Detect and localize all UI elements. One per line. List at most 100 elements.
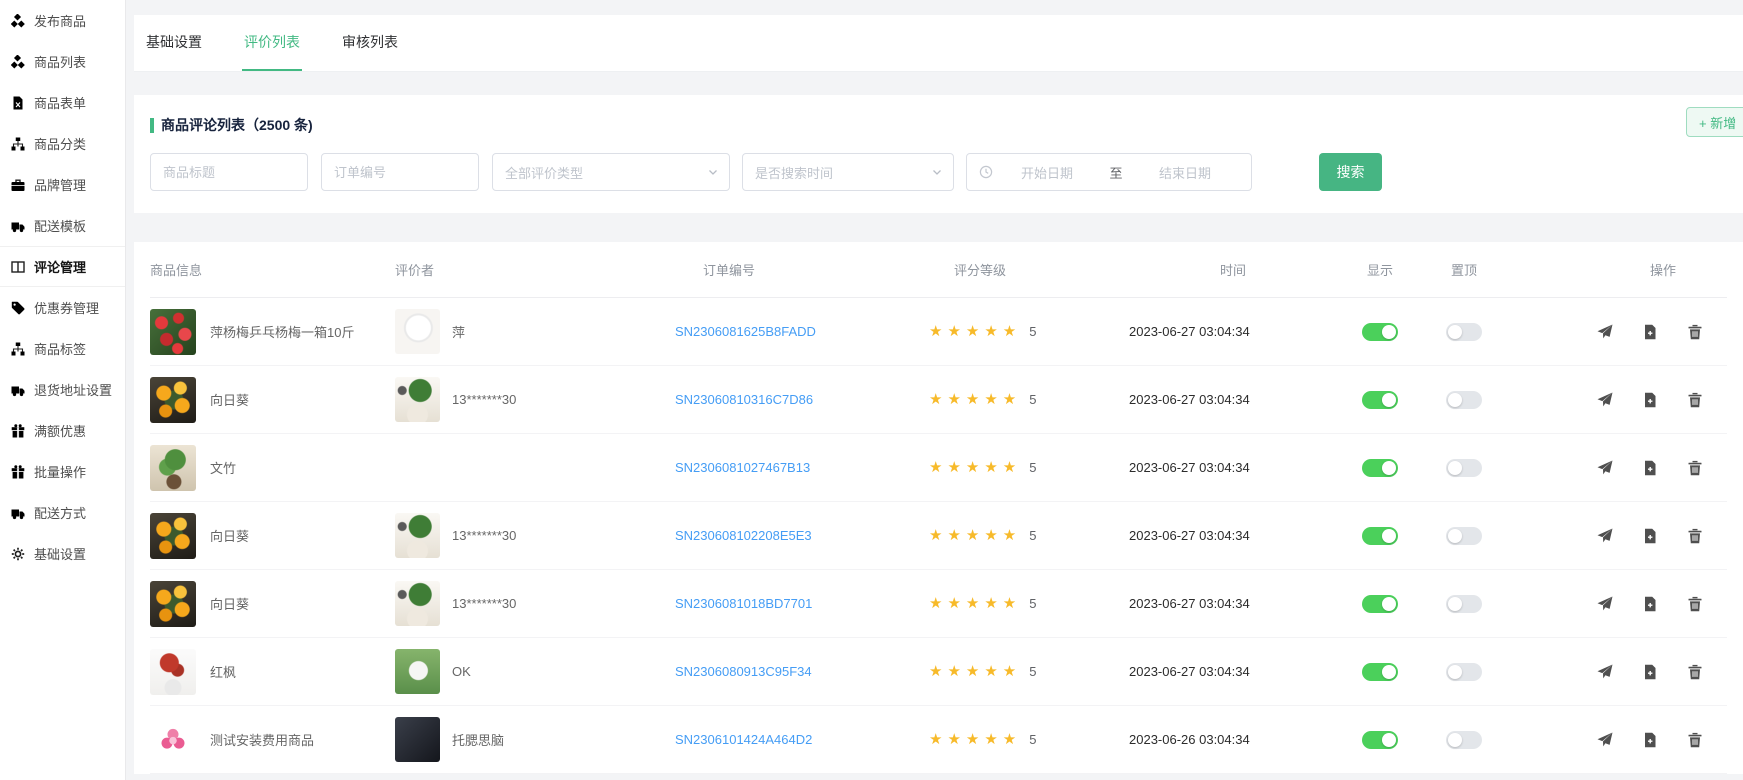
show-toggle[interactable] [1362,663,1398,681]
page-title: 商品评论列表（2500 条) [161,117,313,133]
reviewer-avatar [395,309,440,354]
sidebar-item-评论管理[interactable]: 评论管理 [0,246,125,287]
sidebar-item-label: 批量操作 [34,462,86,481]
pin-toggle[interactable] [1446,391,1482,409]
tabs-bar: 基础设置 评价列表 审核列表 [134,15,1743,72]
column-header: 时间 [1129,260,1337,279]
gear-icon [11,547,25,561]
product-title: 红枫 [210,662,236,681]
sidebar-item-商品标签[interactable]: 商品标签 [0,328,125,369]
reviewer-avatar [395,649,440,694]
sidebar-item-label: 商品标签 [34,339,86,358]
show-toggle[interactable] [1362,731,1398,749]
pin-toggle[interactable] [1446,595,1482,613]
reply-icon[interactable] [1597,596,1613,612]
sidebar-item-label: 品牌管理 [34,175,86,194]
tab-评价列表[interactable]: 评价列表 [242,15,302,71]
delete-icon[interactable] [1687,460,1703,476]
order-number-link[interactable]: SN2306081027467B13 [675,460,810,475]
pin-toggle[interactable] [1446,527,1482,545]
order-number-link[interactable]: SN23060810316C7D86 [675,392,813,407]
product-title: 向日葵 [210,390,249,409]
sidebar-item-商品分类[interactable]: 商品分类 [0,123,125,164]
reviewer-name: 13*******30 [452,392,516,407]
reply-icon[interactable] [1597,324,1613,340]
sidebar: 发布商品 商品列表 商品表单 商品分类 品牌管理 配送模板 评论管理 优惠券管理… [0,0,126,780]
sidebar-item-label: 配送模板 [34,216,86,235]
rating-value: 5 [1029,460,1036,475]
chevron-down-icon [707,166,719,178]
date-range-picker[interactable]: 开始日期 至 结束日期 [966,153,1252,191]
table-body: 萍杨梅乒乓杨梅一箱10斤 萍 SN2306081625B8FADD ★★★★★ … [150,298,1727,774]
file-icon [11,96,25,110]
reviewer-name: 13*******30 [452,528,516,543]
rating-stars: ★★★★★ [929,528,1021,543]
sidebar-item-label: 退货地址设置 [34,380,112,399]
add-note-icon[interactable] [1642,528,1658,544]
search-button[interactable]: 搜索 [1319,153,1382,191]
order-number-link[interactable]: SN2306081018BD7701 [675,596,812,611]
add-note-icon[interactable] [1642,596,1658,612]
review-type-select[interactable]: 全部评价类型 [492,153,730,191]
table-row: 红枫 OK SN2306080913C95F34 ★★★★★ 5 2023-06… [150,638,1727,706]
order-no-input[interactable] [321,153,479,191]
rating-value: 5 [1029,392,1036,407]
tab-审核列表[interactable]: 审核列表 [340,15,400,71]
add-note-icon[interactable] [1642,324,1658,340]
reply-icon[interactable] [1597,664,1613,680]
tab-基础设置[interactable]: 基础设置 [144,15,204,71]
sidebar-item-满额优惠[interactable]: 满额优惠 [0,410,125,451]
add-note-icon[interactable] [1642,392,1658,408]
filter-bar: 全部评价类型 是否搜索时间 开始日期 至 结束日期 搜索 [150,153,1727,191]
reviewer-avatar [395,513,440,558]
date-end-placeholder[interactable]: 结束日期 [1131,163,1239,182]
order-number-link[interactable]: SN2306080913C95F34 [675,664,812,679]
sidebar-item-退货地址设置[interactable]: 退货地址设置 [0,369,125,410]
delete-icon[interactable] [1687,528,1703,544]
add-note-icon[interactable] [1642,664,1658,680]
add-button[interactable]: + 新增 [1686,107,1743,137]
delete-icon[interactable] [1687,664,1703,680]
order-number-link[interactable]: SN2306081625B8FADD [675,324,816,339]
reply-icon[interactable] [1597,528,1613,544]
show-toggle[interactable] [1362,527,1398,545]
pin-toggle[interactable] [1446,663,1482,681]
product-image [150,581,196,627]
sidebar-item-品牌管理[interactable]: 品牌管理 [0,164,125,205]
add-note-icon[interactable] [1642,460,1658,476]
sidebar-item-批量操作[interactable]: 批量操作 [0,451,125,492]
sidebar-item-基础设置[interactable]: 基础设置 [0,533,125,574]
show-toggle[interactable] [1362,323,1398,341]
sidebar-item-发布商品[interactable]: 发布商品 [0,0,125,41]
pin-toggle[interactable] [1446,459,1482,477]
show-toggle[interactable] [1362,459,1398,477]
show-toggle[interactable] [1362,595,1398,613]
flower-icon [158,725,188,755]
reply-icon[interactable] [1597,460,1613,476]
pin-toggle[interactable] [1446,323,1482,341]
time-search-select[interactable]: 是否搜索时间 [742,153,954,191]
delete-icon[interactable] [1687,324,1703,340]
product-image [150,377,196,423]
reply-icon[interactable] [1597,732,1613,748]
reply-icon[interactable] [1597,392,1613,408]
column-header: 评价者 [395,260,675,279]
date-start-placeholder[interactable]: 开始日期 [993,163,1101,182]
add-note-icon[interactable] [1642,732,1658,748]
rating-value: 5 [1029,664,1036,679]
show-toggle[interactable] [1362,391,1398,409]
sidebar-item-商品表单[interactable]: 商品表单 [0,82,125,123]
pin-toggle[interactable] [1446,731,1482,749]
sidebar-item-优惠券管理[interactable]: 优惠券管理 [0,287,125,328]
reviewer-name: 托腮思脑 [452,730,504,749]
product-title-input[interactable] [150,153,308,191]
sidebar-item-配送方式[interactable]: 配送方式 [0,492,125,533]
sidebar-item-商品列表[interactable]: 商品列表 [0,41,125,82]
date-separator: 至 [1101,163,1131,182]
order-number-link[interactable]: SN2306101424A464D2 [675,732,812,747]
sidebar-item-配送模板[interactable]: 配送模板 [0,205,125,246]
delete-icon[interactable] [1687,596,1703,612]
order-number-link[interactable]: SN230608102208E5E3 [675,528,812,543]
delete-icon[interactable] [1687,732,1703,748]
delete-icon[interactable] [1687,392,1703,408]
